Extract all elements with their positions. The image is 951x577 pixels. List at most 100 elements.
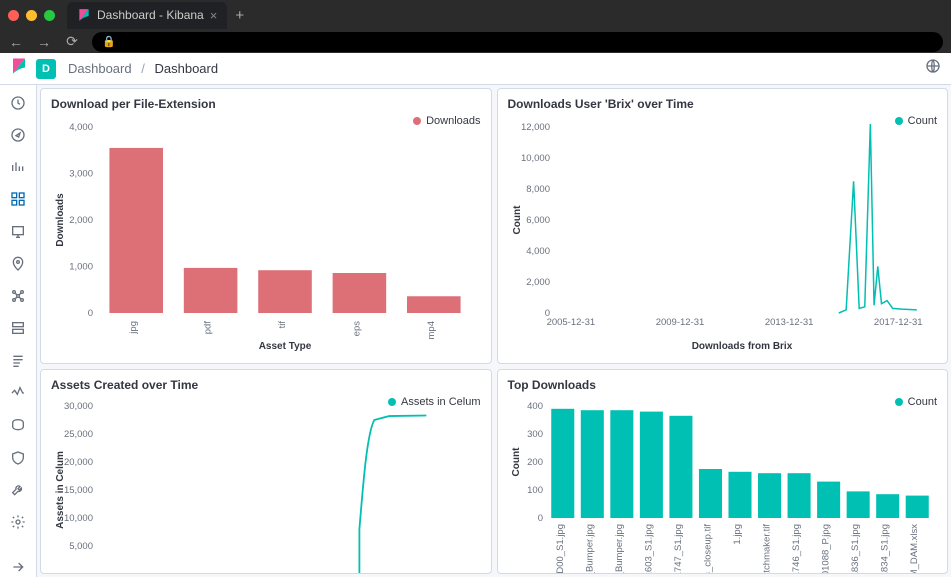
svg-text:1,000: 1,000: [69, 262, 93, 273]
forward-button[interactable]: →: [36, 34, 52, 50]
new-tab-button[interactable]: +: [235, 7, 244, 24]
nav-dashboard[interactable]: [8, 190, 28, 209]
svg-text:Count: Count: [511, 447, 522, 477]
svg-text:607_S1_Bumper.jpg: 607_S1_Bumper.jpg: [613, 524, 624, 574]
minimize-window[interactable]: [26, 10, 37, 21]
bar-chart: 0 100 200 300 400 241603_D00_S1.jpg 708_S1_Bum…: [508, 398, 938, 574]
app-header: D Dashboard / Dashboard: [0, 53, 951, 85]
svg-text:6,000: 6,000: [526, 215, 550, 226]
panel-title: Downloads User 'Brix' over Time: [508, 97, 938, 111]
svg-text:2005-12-31: 2005-12-31: [546, 317, 595, 328]
line-chart: 02,0004,0006,0008,00010,00012,0002005-12…: [508, 117, 938, 353]
svg-text:4,000: 4,000: [526, 246, 550, 257]
dashboard-grid: Download per File-Extension Downloads 0 1…: [37, 85, 951, 577]
svg-text:12,000: 12,000: [520, 122, 549, 133]
back-button[interactable]: ←: [8, 34, 24, 50]
svg-text:4,000: 4,000: [69, 122, 93, 133]
nav-collapse[interactable]: [8, 558, 28, 577]
bar-chart: 01,0002,0003,0004,000jpgpdftifepsmp4Asse…: [51, 117, 481, 353]
svg-text:2009-12-31: 2009-12-31: [655, 317, 704, 328]
svg-text:708_S1_Bumper.jpg: 708_S1_Bumper.jpg: [584, 524, 595, 574]
svg-text:WAT_241834_S1.jpg: WAT_241834_S1.jpg: [879, 524, 890, 574]
nav-uptime[interactable]: [8, 416, 28, 435]
svg-text:300: 300: [527, 429, 543, 440]
legend[interactable]: Assets in Celum: [388, 396, 480, 408]
nav-apm[interactable]: [8, 383, 28, 402]
close-window[interactable]: [8, 10, 19, 21]
nav-management[interactable]: [8, 512, 28, 531]
svg-text:2,000: 2,000: [69, 215, 93, 226]
nav-siem[interactable]: [8, 448, 28, 467]
svg-text:tif: tif: [277, 321, 288, 329]
svg-text:ad14_601088_P.jpg: ad14_601088_P.jpg: [820, 524, 831, 574]
legend[interactable]: Count: [895, 396, 937, 408]
svg-text:1.jpg: 1.jpg: [732, 524, 743, 545]
svg-text:WAT_241747_S1.jpg: WAT_241747_S1.jpg: [672, 524, 683, 574]
reload-button[interactable]: ⟳: [64, 33, 80, 50]
svg-text:100: 100: [527, 485, 543, 496]
tab-title: Dashboard - Kibana: [97, 8, 204, 22]
nav-infra[interactable]: [8, 319, 28, 338]
breadcrumb-current: Dashboard: [154, 61, 218, 76]
svg-text:15,000: 15,000: [64, 485, 93, 496]
svg-text:mp4: mp4: [426, 321, 437, 339]
panel-title: Top Downloads: [508, 378, 938, 392]
close-tab-icon[interactable]: ×: [210, 8, 218, 23]
nav-discover[interactable]: [8, 125, 28, 144]
nav-maps[interactable]: [8, 254, 28, 273]
svg-text:2017-12-31: 2017-12-31: [873, 317, 922, 328]
svg-text:2,000: 2,000: [526, 277, 550, 288]
svg-text:WAT_241603_S1.jpg: WAT_241603_S1.jpg: [643, 524, 654, 574]
svg-text:2013-12-31: 2013-12-31: [764, 317, 813, 328]
svg-text:0: 0: [88, 308, 93, 319]
svg-text:0: 0: [537, 513, 542, 524]
window-controls: [8, 10, 67, 21]
svg-text:20,000: 20,000: [64, 457, 93, 468]
breadcrumb: Dashboard / Dashboard: [68, 61, 218, 76]
panel-title: Download per File-Extension: [51, 97, 481, 111]
fullscreen-window[interactable]: [44, 10, 55, 21]
svg-text:25,000: 25,000: [64, 429, 93, 440]
svg-text:200: 200: [527, 457, 543, 468]
svg-text:Assets in Celum: Assets in Celum: [55, 451, 66, 529]
line-chart: 5,000 10,000 15,000 20,000 25,000 30,000 Asset…: [51, 398, 481, 574]
svg-text:WAT_241836_S1.jpg: WAT_241836_S1.jpg: [850, 524, 861, 574]
svg-text:LCELUM_DAM.xlsx: LCELUM_DAM.xlsx: [909, 524, 920, 574]
svg-text:pdf: pdf: [203, 321, 214, 335]
nav-ml[interactable]: [8, 287, 28, 306]
legend[interactable]: Downloads: [413, 115, 480, 127]
browser-chrome: Dashboard - Kibana × + ← → ⟳ 🔒: [0, 0, 951, 53]
breadcrumb-root[interactable]: Dashboard: [68, 61, 132, 76]
svg-text:eps: eps: [351, 321, 362, 337]
side-nav: [0, 85, 37, 577]
share-icon[interactable]: [925, 58, 941, 79]
svg-text:3,000: 3,000: [69, 169, 93, 180]
nav-devtools[interactable]: [8, 480, 28, 499]
nav-visualize[interactable]: [8, 158, 28, 177]
nav-recent[interactable]: [8, 93, 28, 112]
space-badge[interactable]: D: [36, 59, 56, 79]
legend[interactable]: Count: [895, 115, 937, 127]
lock-icon: 🔒: [102, 35, 116, 48]
svg-text:Count: Count: [512, 205, 523, 235]
svg-text:10,000: 10,000: [64, 513, 93, 524]
nav-logs[interactable]: [8, 351, 28, 370]
panel-assets-created-over-time: Assets Created over Time Assets in Celum…: [40, 369, 492, 574]
panel-top-downloads: Top Downloads Count 0 100 200 300 400 241603_…: [497, 369, 949, 574]
svg-text:241603_D00_S1.jpg: 241603_D00_S1.jpg: [554, 524, 565, 574]
svg-text:Downloads: Downloads: [55, 193, 66, 247]
panel-title: Assets Created over Time: [51, 378, 481, 392]
svg-text:WAT_241746_S1.jpg: WAT_241746_S1.jpg: [791, 524, 802, 574]
address-bar[interactable]: 🔒: [92, 32, 943, 52]
panel-downloads-brix-over-time: Downloads User 'Brix' over Time Count 02…: [497, 88, 949, 364]
svg-text:521_Watchmaker.tif: 521_Watchmaker.tif: [761, 524, 772, 574]
kibana-logo-icon[interactable]: [10, 57, 28, 80]
svg-text:30,000: 30,000: [64, 401, 93, 412]
svg-text:5,000: 5,000: [69, 541, 93, 552]
panel-download-per-file-extension: Download per File-Extension Downloads 0 1…: [40, 88, 492, 364]
kibana-favicon-icon: [77, 8, 91, 22]
browser-tab[interactable]: Dashboard - Kibana ×: [67, 2, 227, 29]
svg-text:Asset Type: Asset Type: [259, 341, 312, 352]
svg-text:400: 400: [527, 401, 543, 412]
nav-canvas[interactable]: [8, 222, 28, 241]
